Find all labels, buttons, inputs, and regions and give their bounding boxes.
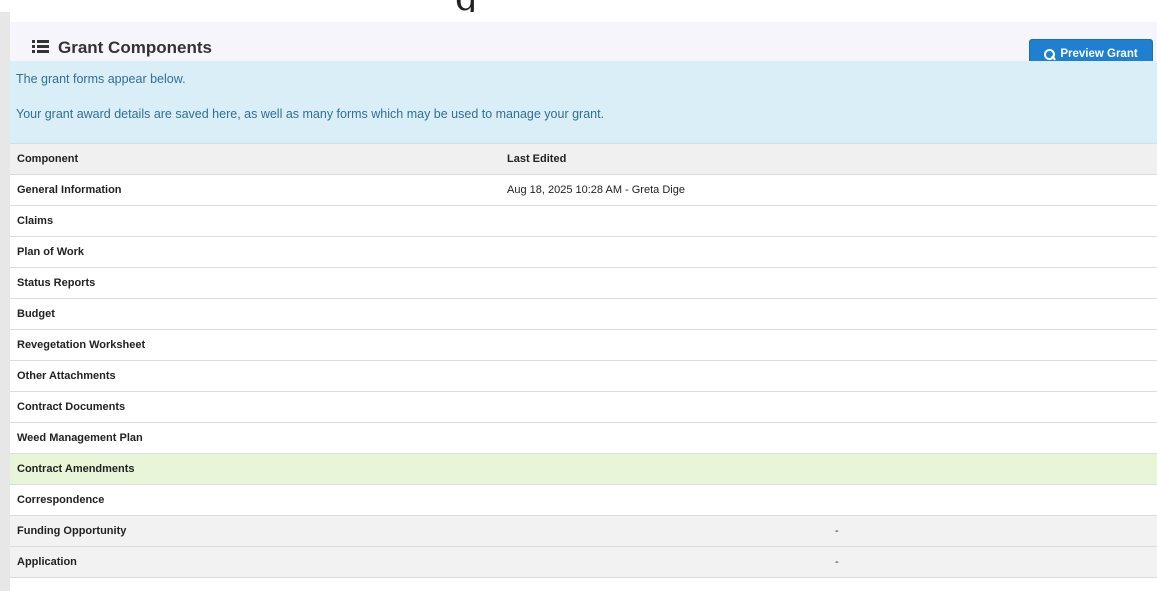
component-link[interactable]: General Information [17,184,122,196]
component-link[interactable]: Contract Amendments [17,463,135,475]
page-title: Grant Components [58,38,212,57]
component-link[interactable]: Funding Opportunity [17,525,126,537]
components-table: Component Last Edited General Informatio… [10,144,1157,578]
zoom-icon [1044,48,1057,60]
component-link[interactable]: Contract Documents [17,401,125,413]
cropped-heading-fragment: g [0,0,1157,12]
component-link[interactable]: Budget [17,308,55,320]
grant-components-panel: Grant Components Preview Grant The grant… [10,12,1157,591]
table-row[interactable]: Plan of Work [10,237,1157,268]
table-body: General Information Aug 18, 2025 10:28 AM… [10,175,1157,578]
status-cell: - [835,525,839,537]
table-row[interactable]: Contract Amendments [10,454,1157,485]
left-gutter [0,12,10,591]
table-row[interactable]: Claims [10,206,1157,237]
component-link[interactable]: Status Reports [17,277,95,289]
component-link[interactable]: Revegetation Worksheet [17,339,145,351]
info-line-2: Your grant award details are saved here,… [16,107,605,121]
column-header-component: Component [17,153,79,165]
list-icon [32,40,49,54]
table-row[interactable]: Budget [10,299,1157,330]
table-row[interactable]: Revegetation Worksheet [10,330,1157,361]
status-cell: - [835,556,839,568]
table-row[interactable]: Contract Documents [10,392,1157,423]
preview-grant-label: Preview Grant [1060,48,1138,60]
table-row[interactable]: General Information Aug 18, 2025 10:28 AM… [10,175,1157,206]
last-edited-cell: Aug 18, 2025 10:28 AM - Greta Dige [507,184,685,196]
component-link[interactable]: Other Attachments [17,370,116,382]
table-row[interactable]: Application - [10,547,1157,578]
table-row[interactable]: Correspondence [10,485,1157,516]
component-link[interactable]: Weed Management Plan [17,432,143,444]
component-link[interactable]: Plan of Work [17,246,84,258]
table-header-row: Component Last Edited [10,144,1157,175]
table-row[interactable]: Funding Opportunity - [10,516,1157,547]
column-header-last-edited: Last Edited [507,153,567,165]
component-link[interactable]: Claims [17,215,53,227]
info-alert: The grant forms appear below. Your grant… [10,61,1157,144]
table-row[interactable]: Status Reports [10,268,1157,299]
info-line-1: The grant forms appear below. [16,72,186,86]
table-row[interactable]: Weed Management Plan [10,423,1157,454]
table-row[interactable]: Other Attachments [10,361,1157,392]
component-link[interactable]: Correspondence [17,494,104,506]
component-link[interactable]: Application [17,556,77,568]
